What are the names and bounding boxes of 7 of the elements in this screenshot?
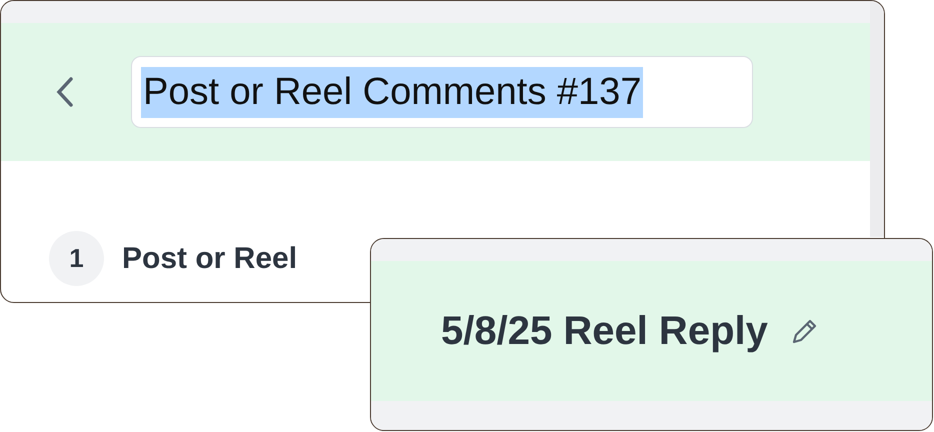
- step-label: Post or Reel: [122, 242, 298, 276]
- title-text: Post or Reel Comments #137: [141, 66, 644, 118]
- title-field[interactable]: Post or Reel Comments #137: [131, 56, 753, 128]
- scrollbar[interactable]: [870, 1, 884, 237]
- back-icon: [55, 76, 75, 108]
- reply-title: 5/8/25 Reel Reply: [441, 308, 768, 354]
- step-number: 1: [49, 231, 104, 286]
